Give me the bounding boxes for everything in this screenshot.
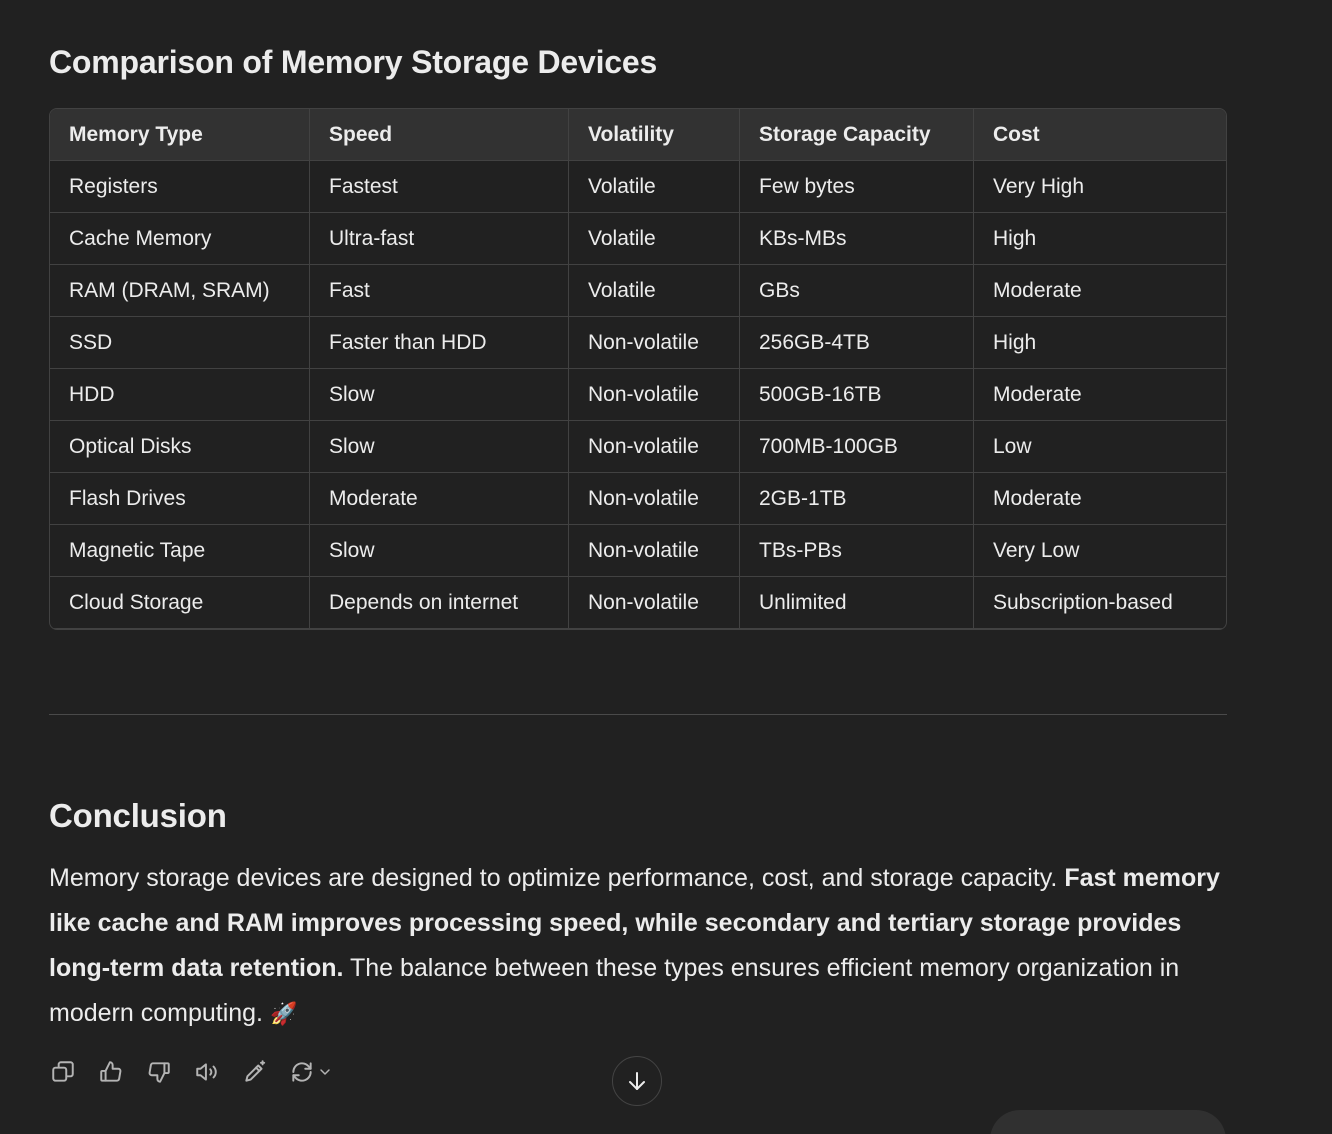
table-cell: Very Low bbox=[973, 524, 1226, 577]
table-row: Optical Disks Slow Non-volatile 700MB-10… bbox=[50, 420, 1226, 473]
table-cell: Fastest bbox=[309, 160, 569, 213]
table-row: Flash Drives Moderate Non-volatile 2GB-1… bbox=[50, 472, 1226, 525]
table-cell: Magnetic Tape bbox=[50, 524, 310, 577]
copy-button[interactable] bbox=[49, 1058, 77, 1086]
table-row: HDD Slow Non-volatile 500GB-16TB Moderat… bbox=[50, 368, 1226, 421]
table-cell: Slow bbox=[309, 368, 569, 421]
conclusion-title: Conclusion bbox=[49, 797, 227, 834]
table-cell: Non-volatile bbox=[568, 368, 740, 421]
conclusion-paragraph: Memory storage devices are designed to o… bbox=[49, 856, 1229, 1037]
table-cell: Cloud Storage bbox=[50, 576, 310, 629]
table-cell: Faster than HDD bbox=[309, 316, 569, 369]
chat-message-view: Comparison of Memory Storage Devices Mem… bbox=[0, 0, 1332, 1134]
table-cell: Volatile bbox=[568, 160, 740, 213]
section-title: Comparison of Memory Storage Devices bbox=[49, 44, 658, 80]
table-cell: Unlimited bbox=[739, 576, 974, 629]
table-cell: GBs bbox=[739, 264, 974, 317]
edit-icon bbox=[245, 1060, 266, 1082]
table-cell: Fast bbox=[309, 264, 569, 317]
table-cell: Moderate bbox=[973, 264, 1226, 317]
comparison-table-container: Memory Type Speed Volatility Storage Cap… bbox=[49, 108, 1227, 630]
header-speed: Speed bbox=[309, 109, 569, 161]
table-cell: Ultra-fast bbox=[309, 212, 569, 265]
table-cell: Non-volatile bbox=[568, 472, 740, 525]
table-cell: SSD bbox=[50, 316, 310, 369]
table-cell: Non-volatile bbox=[568, 576, 740, 629]
table-cell: High bbox=[973, 316, 1226, 369]
table-cell: Slow bbox=[309, 420, 569, 473]
regenerate-icon bbox=[292, 1062, 312, 1082]
table-row: Magnetic Tape Slow Non-volatile TBs-PBs … bbox=[50, 524, 1226, 577]
table-cell: Non-volatile bbox=[568, 316, 740, 369]
table-cell: 2GB-1TB bbox=[739, 472, 974, 525]
header-volatility: Volatility bbox=[568, 109, 740, 161]
table-row: RAM (DRAM, SRAM) Fast Volatile GBs Moder… bbox=[50, 264, 1226, 317]
table-cell: 500GB-16TB bbox=[739, 368, 974, 421]
table-cell: Moderate bbox=[973, 368, 1226, 421]
conclusion-text-part-1: Memory storage devices are designed to o… bbox=[49, 864, 1065, 892]
read-aloud-icon bbox=[196, 1063, 217, 1081]
horizontal-divider bbox=[49, 714, 1227, 715]
table-cell: Optical Disks bbox=[50, 420, 310, 473]
table-row: Cache Memory Ultra-fast Volatile KBs-MBs… bbox=[50, 212, 1226, 265]
good-response-button[interactable] bbox=[97, 1058, 125, 1086]
table-cell: 700MB-100GB bbox=[739, 420, 974, 473]
rocket-emoji: 🚀 bbox=[269, 1002, 298, 1027]
table-cell: Very High bbox=[973, 160, 1226, 213]
edit-canvas-button[interactable] bbox=[241, 1058, 269, 1086]
table-cell: RAM (DRAM, SRAM) bbox=[50, 264, 310, 317]
header-memory-type: Memory Type bbox=[50, 109, 310, 161]
read-aloud-button[interactable] bbox=[193, 1058, 221, 1086]
table-cell: Non-volatile bbox=[568, 524, 740, 577]
table-cell: Low bbox=[973, 420, 1226, 473]
table-cell: High bbox=[973, 212, 1226, 265]
header-cost: Cost bbox=[973, 109, 1226, 161]
table-cell: Few bytes bbox=[739, 160, 974, 213]
table-cell: Registers bbox=[50, 160, 310, 213]
thumbs-up-icon bbox=[100, 1061, 122, 1082]
header-storage-capacity: Storage Capacity bbox=[739, 109, 974, 161]
table-cell: Moderate bbox=[309, 472, 569, 525]
table-cell: Flash Drives bbox=[50, 472, 310, 525]
table-row: Cloud Storage Depends on internet Non-vo… bbox=[50, 576, 1226, 629]
table-cell: Depends on internet bbox=[309, 576, 569, 629]
message-composer[interactable] bbox=[990, 1110, 1226, 1134]
table-header-row: Memory Type Speed Volatility Storage Cap… bbox=[50, 109, 1226, 161]
bad-response-button[interactable] bbox=[145, 1058, 173, 1086]
table-cell: Cache Memory bbox=[50, 212, 310, 265]
table-cell: KBs-MBs bbox=[739, 212, 974, 265]
table-cell: Subscription-based bbox=[973, 576, 1226, 629]
regenerate-button[interactable] bbox=[289, 1058, 341, 1086]
message-action-bar bbox=[49, 1056, 361, 1088]
table-cell: Slow bbox=[309, 524, 569, 577]
comparison-table: Memory Type Speed Volatility Storage Cap… bbox=[50, 109, 1226, 629]
table-cell: HDD bbox=[50, 368, 310, 421]
table-cell: 256GB-4TB bbox=[739, 316, 974, 369]
arrow-down-icon bbox=[629, 1072, 645, 1090]
table-cell: Moderate bbox=[973, 472, 1226, 525]
table-cell: Volatile bbox=[568, 212, 740, 265]
table-cell: Volatile bbox=[568, 264, 740, 317]
table-cell: TBs-PBs bbox=[739, 524, 974, 577]
chevron-down-icon bbox=[320, 1069, 330, 1075]
table-row: SSD Faster than HDD Non-volatile 256GB-4… bbox=[50, 316, 1226, 369]
thumbs-down-icon bbox=[148, 1062, 170, 1083]
scroll-to-bottom-button[interactable] bbox=[612, 1056, 662, 1106]
table-row: Registers Fastest Volatile Few bytes Ver… bbox=[50, 160, 1226, 213]
table-cell: Non-volatile bbox=[568, 420, 740, 473]
copy-icon bbox=[52, 1061, 74, 1082]
